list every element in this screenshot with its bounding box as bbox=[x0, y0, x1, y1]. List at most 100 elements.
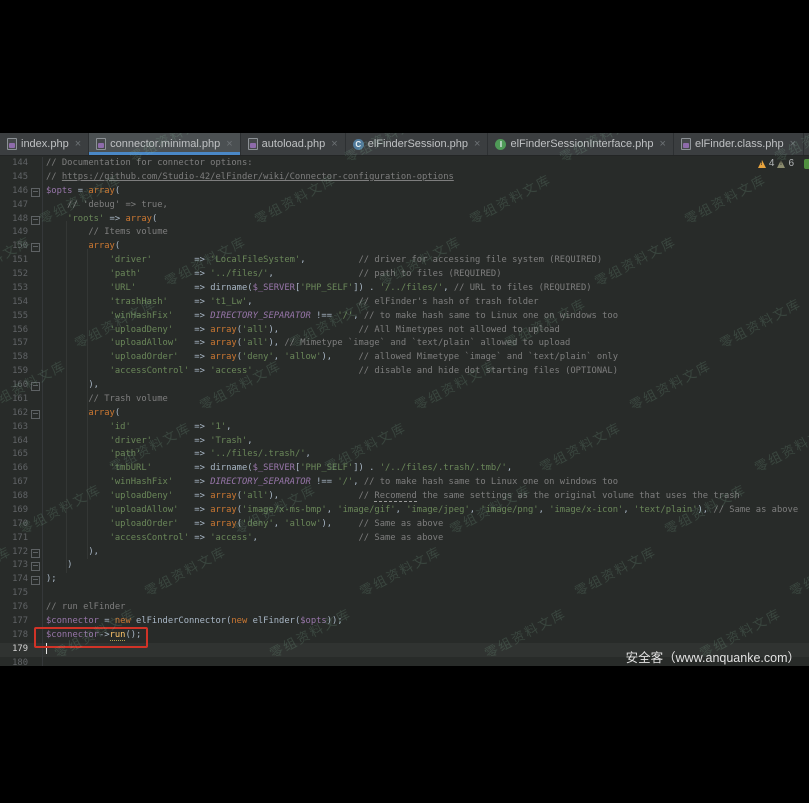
tab-close-icon[interactable]: × bbox=[474, 138, 480, 150]
fold-toggle-icon[interactable] bbox=[31, 410, 40, 419]
code-text: 'winHashFix' => DIRECTORY_SEPARATOR !== … bbox=[43, 476, 618, 490]
code-text: 'tmbURL' => dirname($_SERVER['PHP_SELF']… bbox=[43, 462, 512, 476]
code-line-172[interactable]: 172 ), bbox=[0, 546, 809, 560]
code-line-163[interactable]: 163 'id' => '1', bbox=[0, 421, 809, 435]
fold-column bbox=[28, 268, 43, 282]
fold-toggle-icon[interactable] bbox=[31, 562, 40, 571]
tab-elFinder.class.php[interactable]: elFinder.class.php× bbox=[674, 133, 804, 155]
code-line-174[interactable]: 174); bbox=[0, 573, 809, 587]
code-text: // 'debug' => true, bbox=[43, 199, 168, 213]
line-number: 164 bbox=[0, 435, 28, 449]
code-text: 'uploadAllow' => array('all'), // Mimety… bbox=[43, 337, 570, 351]
code-text: ); bbox=[43, 573, 57, 587]
tab-close-icon[interactable]: × bbox=[75, 138, 81, 150]
line-number: 172 bbox=[0, 546, 28, 560]
fold-toggle-icon[interactable] bbox=[31, 216, 40, 225]
tab-index.php[interactable]: index.php× bbox=[0, 133, 89, 155]
fold-column bbox=[28, 351, 43, 365]
code-line-159[interactable]: 159 'accessControl' => 'access' // disab… bbox=[0, 365, 809, 379]
fold-toggle-icon[interactable] bbox=[31, 243, 40, 252]
line-number: 179 bbox=[0, 643, 28, 657]
code-text: 'URL' => dirname($_SERVER['PHP_SELF']) .… bbox=[43, 282, 592, 296]
fold-column bbox=[28, 296, 43, 310]
fold-column bbox=[28, 282, 43, 296]
code-line-160[interactable]: 160 ), bbox=[0, 379, 809, 393]
tab-elFinderSessionInterface.php[interactable]: IelFinderSessionInterface.php× bbox=[488, 133, 674, 155]
code-line-155[interactable]: 155 'winHashFix' => DIRECTORY_SEPARATOR … bbox=[0, 310, 809, 324]
code-text: 'driver' => 'LocalFileSystem', // driver… bbox=[43, 254, 602, 268]
code-line-154[interactable]: 154 'trashHash' => 't1_Lw', // elFinder'… bbox=[0, 296, 809, 310]
tab-close-icon[interactable]: × bbox=[660, 138, 666, 150]
code-line-148[interactable]: 148 'roots' => array( bbox=[0, 213, 809, 227]
tab-close-icon[interactable]: × bbox=[790, 138, 796, 150]
code-line-169[interactable]: 169 'uploadAllow' => array('image/x-ms-b… bbox=[0, 504, 809, 518]
line-number: 162 bbox=[0, 407, 28, 421]
fold-column bbox=[28, 407, 43, 421]
code-text: array( bbox=[43, 240, 120, 254]
code-text: 'id' => '1', bbox=[43, 421, 231, 435]
line-number: 156 bbox=[0, 324, 28, 338]
fold-column bbox=[28, 448, 43, 462]
tab-close-icon[interactable]: × bbox=[226, 138, 232, 150]
code-text: // Documentation for connector options: bbox=[43, 157, 253, 171]
top-letterbox bbox=[0, 0, 809, 133]
code-text: 'path' => '../files/.trash/', bbox=[43, 448, 311, 462]
line-number: 175 bbox=[0, 587, 28, 601]
tab-close-icon[interactable]: × bbox=[331, 138, 337, 150]
line-number: 160 bbox=[0, 379, 28, 393]
code-text: 'accessControl' => 'access', // Same as … bbox=[43, 532, 443, 546]
code-line-166[interactable]: 166 'tmbURL' => dirname($_SERVER['PHP_SE… bbox=[0, 462, 809, 476]
code-line-170[interactable]: 170 'uploadOrder' => array('deny', 'allo… bbox=[0, 518, 809, 532]
fold-toggle-icon[interactable] bbox=[31, 382, 40, 391]
code-line-175[interactable]: 175 bbox=[0, 587, 809, 601]
code-line-162[interactable]: 162 array( bbox=[0, 407, 809, 421]
tab-connector.minimal.php[interactable]: connector.minimal.php× bbox=[89, 133, 241, 155]
fold-column bbox=[28, 185, 43, 199]
code-line-147[interactable]: 147 // 'debug' => true, bbox=[0, 199, 809, 213]
tab-elFinderSession.php[interactable]: CelFinderSession.php× bbox=[346, 133, 489, 155]
tab-label: elFinderSessionInterface.php bbox=[510, 138, 653, 150]
fold-column bbox=[28, 559, 43, 573]
run-call-highlight-box bbox=[34, 627, 148, 648]
code-line-173[interactable]: 173 ) bbox=[0, 559, 809, 573]
code-line-176[interactable]: 176// run elFinder bbox=[0, 601, 809, 615]
line-number: 168 bbox=[0, 490, 28, 504]
code-line-145[interactable]: 145// https://github.com/Studio-42/elFin… bbox=[0, 171, 809, 185]
fold-toggle-icon[interactable] bbox=[31, 549, 40, 558]
fold-toggle-icon[interactable] bbox=[31, 188, 40, 197]
line-number: 145 bbox=[0, 171, 28, 185]
tab-autoload.php[interactable]: autoload.php× bbox=[241, 133, 346, 155]
inspection-status-icon bbox=[804, 159, 809, 169]
code-line-146[interactable]: 146$opts = array( bbox=[0, 185, 809, 199]
fold-column bbox=[28, 546, 43, 560]
code-line-164[interactable]: 164 'driver' => 'Trash', bbox=[0, 435, 809, 449]
code-text bbox=[43, 587, 46, 601]
fold-column bbox=[28, 462, 43, 476]
code-line-153[interactable]: 153 'URL' => dirname($_SERVER['PHP_SELF'… bbox=[0, 282, 809, 296]
code-line-167[interactable]: 167 'winHashFix' => DIRECTORY_SEPARATOR … bbox=[0, 476, 809, 490]
screenshot-root: index.php×connector.minimal.php×autoload… bbox=[0, 0, 809, 803]
code-text: 'uploadAllow' => array('image/x-ms-bmp',… bbox=[43, 504, 798, 518]
line-number: 159 bbox=[0, 365, 28, 379]
code-line-149[interactable]: 149 // Items volume bbox=[0, 226, 809, 240]
editor-pane[interactable]: 144// Documentation for connector option… bbox=[0, 155, 809, 666]
line-number: 161 bbox=[0, 393, 28, 407]
code-line-150[interactable]: 150 array( bbox=[0, 240, 809, 254]
inspection-widget[interactable]: ! 4 ! 6 bbox=[758, 158, 809, 169]
code-line-151[interactable]: 151 'driver' => 'LocalFileSystem', // dr… bbox=[0, 254, 809, 268]
code-line-165[interactable]: 165 'path' => '../files/.trash/', bbox=[0, 448, 809, 462]
class-file-icon: C bbox=[353, 139, 364, 150]
code-line-168[interactable]: 168 'uploadDeny' => array('all'), // Rec… bbox=[0, 490, 809, 504]
fold-column bbox=[28, 657, 43, 667]
code-line-171[interactable]: 171 'accessControl' => 'access', // Same… bbox=[0, 532, 809, 546]
code-line-152[interactable]: 152 'path' => '../files/', // path to fi… bbox=[0, 268, 809, 282]
code-line-161[interactable]: 161 // Trash volume bbox=[0, 393, 809, 407]
fold-column bbox=[28, 532, 43, 546]
code-line-144[interactable]: 144// Documentation for connector option… bbox=[0, 157, 809, 171]
fold-toggle-icon[interactable] bbox=[31, 576, 40, 585]
code-line-156[interactable]: 156 'uploadDeny' => array('all'), // All… bbox=[0, 324, 809, 338]
code-line-157[interactable]: 157 'uploadAllow' => array('all'), // Mi… bbox=[0, 337, 809, 351]
tab-elFinderVolumeDriver.class.php[interactable]: BelFinderVolumeDriver.class.php× bbox=[804, 133, 809, 155]
code-line-158[interactable]: 158 'uploadOrder' => array('deny', 'allo… bbox=[0, 351, 809, 365]
code-area[interactable]: 144// Documentation for connector option… bbox=[0, 157, 809, 666]
